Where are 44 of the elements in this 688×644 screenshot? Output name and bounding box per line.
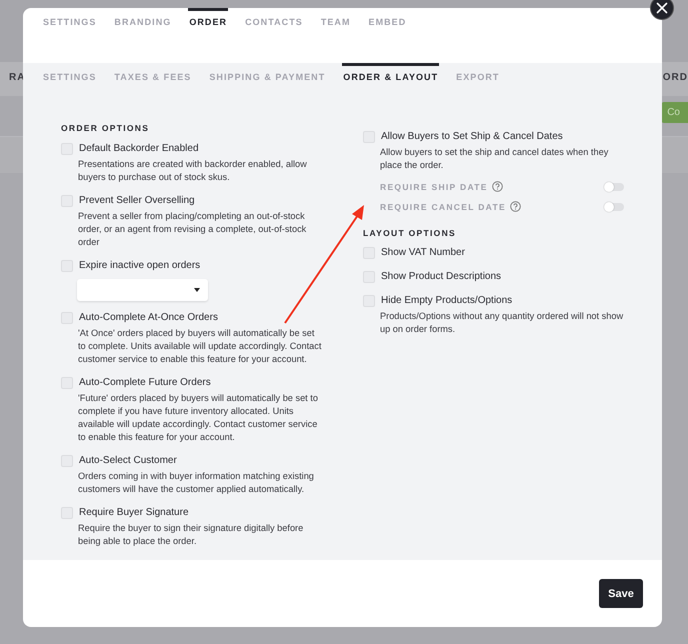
option-description: Presentations are created with backorder enabled, allow buyers to purchase out of stock skus. <box>77 158 308 184</box>
tab[interactable]: TEAM <box>320 8 352 27</box>
option-label: Hide Empty Products/Options <box>381 294 512 308</box>
tab[interactable]: SHIPPING & PAYMENT <box>208 63 326 82</box>
save-button[interactable]: Save <box>599 579 643 608</box>
section-heading: LAYOUT OPTIONS <box>363 228 457 238</box>
tab[interactable]: EXPORT <box>455 63 500 82</box>
caret-icon <box>194 288 200 292</box>
option-label: Require Buyer Signature <box>79 506 189 520</box>
page-label: RA <box>9 72 26 82</box>
close-icon <box>656 2 668 14</box>
tab[interactable]: SETTINGS <box>42 63 98 82</box>
page-label: ORD <box>662 72 688 82</box>
option-description: Prevent a seller from placing/completing an out-of-stock order, or an agent from revising a complete, out-of-stock order <box>77 210 308 249</box>
section-heading: ORDER OPTIONS <box>61 123 150 133</box>
tab[interactable]: ORDER & LAYOUT <box>342 63 440 82</box>
help-icon[interactable] <box>510 201 521 212</box>
option-description: Require the buyer to sign their signature digitally before being able to place the order. <box>77 522 304 548</box>
tab[interactable]: EMBED <box>368 8 408 27</box>
option-label: Auto-Select Customer <box>79 454 177 468</box>
tab[interactable]: SETTINGS <box>42 8 98 27</box>
option-label: Show Product Descriptions <box>381 270 502 284</box>
tab[interactable]: TAXES & FEES <box>113 63 192 82</box>
option-description: 'Future' orders placed by buyers will automatically be set to complete if you have future inventory allocated. Units available will update accordingly. Contact customer service to enable this feature for your account. <box>77 392 319 444</box>
option-label: Auto-Complete Future Orders <box>79 376 211 390</box>
tab[interactable]: CONTACTS <box>244 8 304 27</box>
toggle-switch[interactable] <box>605 182 624 190</box>
option-description: 'At Once' orders placed by buyers will automatically be set to complete. Units available will update accordingly. Contact customer service to enable this feature for your account. <box>77 327 322 366</box>
dropdown[interactable] <box>77 279 208 301</box>
toggle-switch[interactable] <box>605 202 624 210</box>
option-label: Default Backorder Enabled <box>79 142 199 156</box>
option-label: Prevent Seller Overselling <box>79 194 195 208</box>
option-description: Orders coming in with buyer information matching existing customers will have the customer applied automatically. <box>77 470 315 496</box>
toggle-label: REQUIRE CANCEL DATE <box>380 202 506 212</box>
help-icon[interactable] <box>492 181 503 192</box>
option-label: Expire inactive open orders <box>79 259 200 273</box>
option-label: Allow Buyers to Set Ship & Cancel Dates <box>381 130 563 144</box>
option-label: Auto-Complete At-Once Orders <box>79 311 218 325</box>
option-label: Show VAT Number <box>381 246 465 260</box>
tab[interactable]: ORDER <box>188 8 228 27</box>
tab[interactable]: BRANDING <box>113 8 172 27</box>
toggle-label: REQUIRE SHIP DATE <box>380 182 488 192</box>
option-description: Allow buyers to set the ship and cancel dates when they place the order. <box>379 146 610 172</box>
option-description: Products/Options without any quantity ordered will not show up on order forms. <box>379 310 624 336</box>
